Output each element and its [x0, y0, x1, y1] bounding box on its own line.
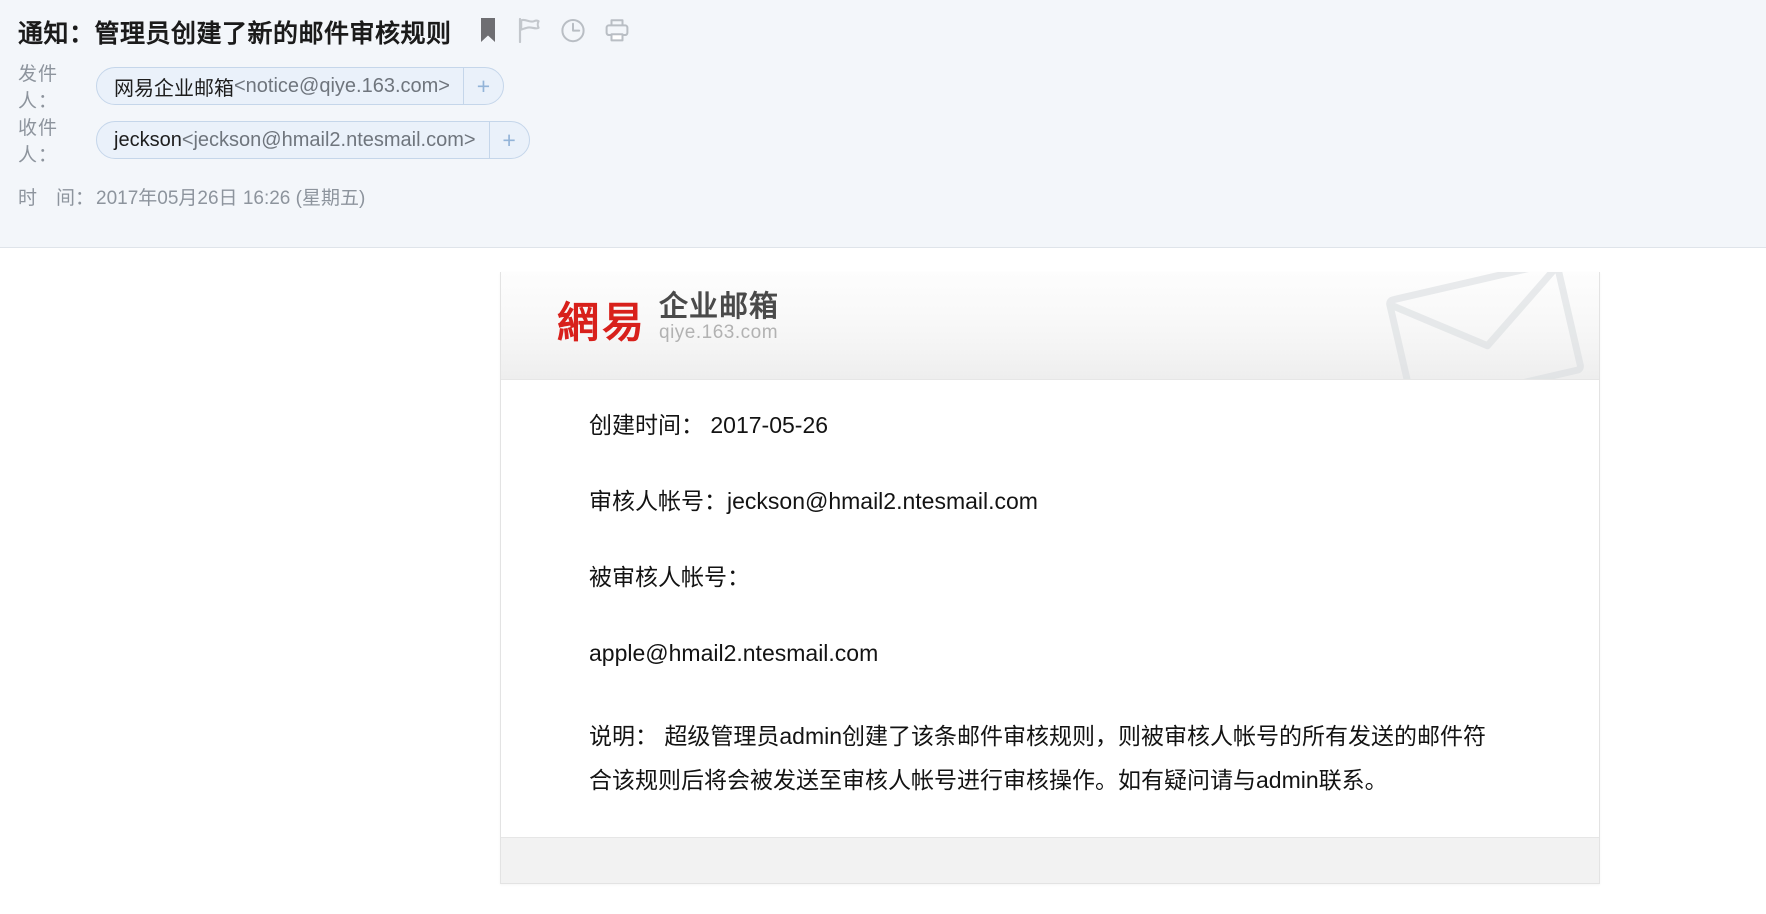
- from-add-contact-button[interactable]: +: [463, 68, 503, 104]
- mail-header: 通知：管理员创建了新的邮件审核规则 发件人： 网易企业邮箱 <notice@qi…: [0, 0, 1766, 248]
- notification-card: 網易 企业邮箱 qiye.163.com 创建时间： 2017-05-26 审核…: [500, 272, 1600, 884]
- bookmark-icon[interactable]: [478, 17, 498, 48]
- card-footer: [501, 836, 1599, 883]
- subject-row: 通知：管理员创建了新的邮件审核规则: [0, 0, 1766, 56]
- to-email: <jeckson@hmail2.ntesmail.com>: [181, 128, 476, 151]
- from-name: 网易企业邮箱: [114, 77, 234, 100]
- time-label: 时 间：: [18, 187, 95, 209]
- to-row: 收件人： jeckson <jeckson@hmail2.ntesmail.com…: [0, 116, 1766, 166]
- netease-brand-text: 網易: [557, 298, 648, 348]
- reviewed-account-value-line: apple@hmail2.ntesmail.com: [589, 640, 879, 667]
- clock-icon[interactable]: [560, 17, 586, 48]
- to-chip-text[interactable]: jeckson <jeckson@hmail2.ntesmail.com>: [97, 122, 489, 158]
- card-banner: 網易 企业邮箱 qiye.163.com: [501, 272, 1599, 380]
- logo-product-name: 企业邮箱: [659, 291, 780, 323]
- envelope-watermark-icon: [1379, 272, 1589, 379]
- time-row: 时 间： 2017年05月26日 16:26 (星期五): [0, 178, 1766, 214]
- time-value: 2017年05月26日 16:26 (星期五): [96, 187, 366, 209]
- logo-product-block: 企业邮箱 qiye.163.com: [659, 292, 779, 344]
- from-chip[interactable]: 网易企业邮箱 <notice@qiye.163.com> +: [96, 67, 504, 105]
- to-chip[interactable]: jeckson <jeckson@hmail2.ntesmail.com> +: [96, 121, 530, 159]
- reviewer-account-line: 审核人帐号：jeckson@hmail2.ntesmail.com: [589, 488, 1038, 515]
- qiye-logo: 網易 企业邮箱 qiye.163.com: [557, 292, 779, 344]
- from-email: <notice@qiye.163.com>: [234, 74, 450, 97]
- flag-icon[interactable]: [516, 17, 542, 48]
- printer-icon[interactable]: [604, 17, 630, 48]
- from-chip-text[interactable]: 网易企业邮箱 <notice@qiye.163.com>: [97, 68, 463, 104]
- from-row: 发件人： 网易企业邮箱 <notice@qiye.163.com> +: [0, 62, 1766, 112]
- card-content: 创建时间： 2017-05-26 审核人帐号：jeckson@hmail2.nt…: [501, 380, 1599, 837]
- description-paragraph: 说明： 超级管理员admin创建了该条邮件审核规则，则被审核人帐号的所有发送的邮…: [589, 723, 1487, 794]
- logo-product-domain: qiye.163.com: [659, 322, 779, 344]
- from-label: 发件人：: [18, 64, 59, 112]
- to-name: jeckson: [114, 128, 182, 151]
- mail-body: 網易 企业邮箱 qiye.163.com 创建时间： 2017-05-26 审核…: [0, 248, 1766, 914]
- to-label: 收件人：: [18, 118, 59, 166]
- to-add-contact-button[interactable]: +: [488, 122, 529, 158]
- mail-reader-page: 通知：管理员创建了新的邮件审核规则 发件人： 网易企业邮箱 <notice@qi…: [0, 0, 1766, 914]
- subject-action-icons: [478, 17, 630, 48]
- created-time-line: 创建时间： 2017-05-26: [589, 412, 829, 438]
- page-title: 通知：管理员创建了新的邮件审核规则: [18, 20, 452, 48]
- reviewed-account-label-line: 被审核人帐号：: [589, 564, 750, 591]
